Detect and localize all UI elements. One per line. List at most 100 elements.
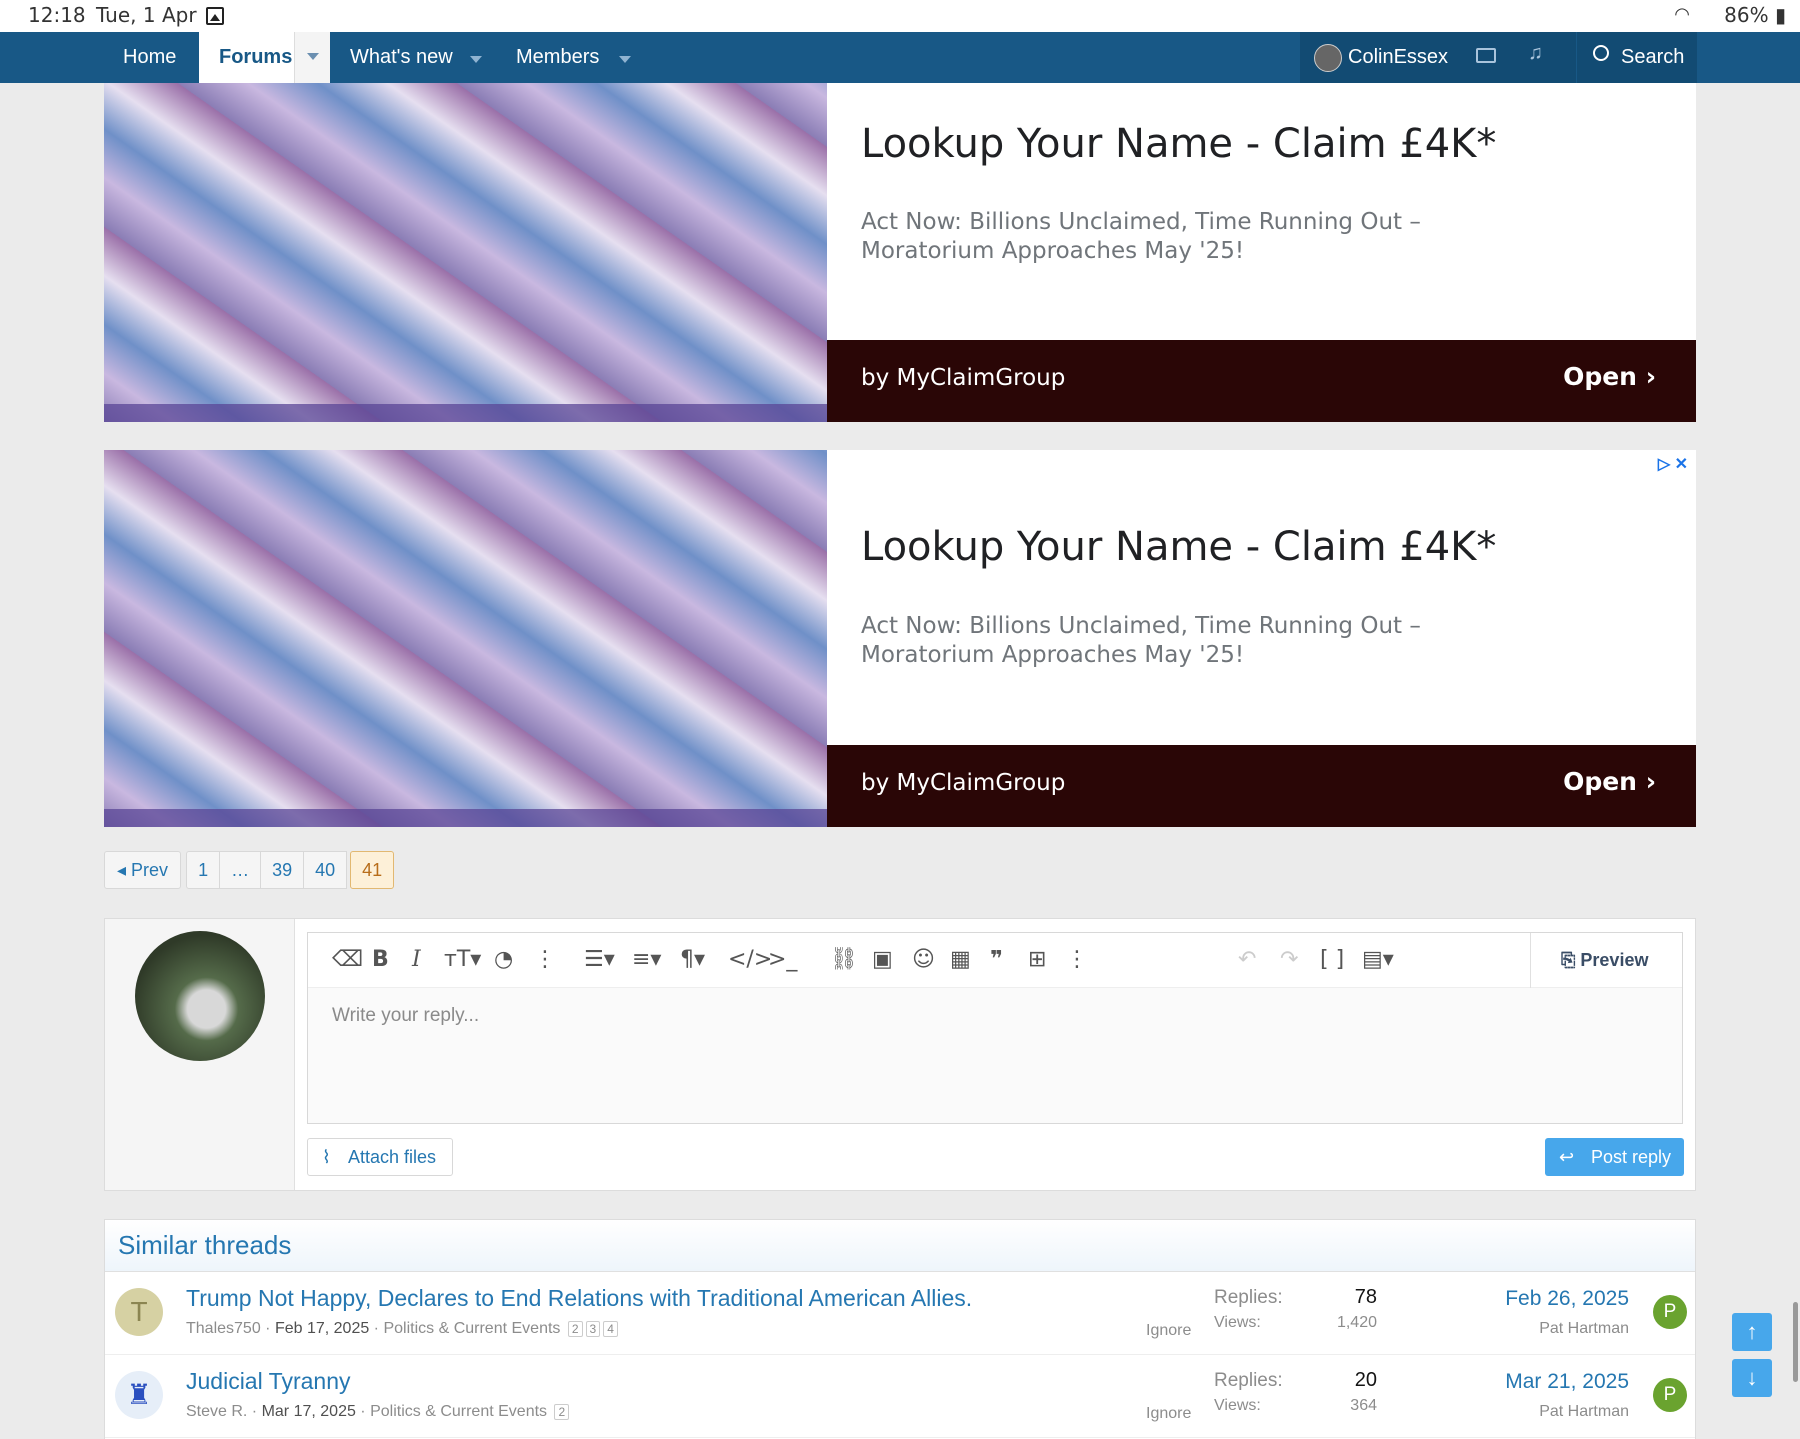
bbcode-toggle-icon[interactable]: [ ] <box>1320 947 1344 972</box>
thread-author[interactable]: Thales750 <box>186 1320 261 1337</box>
ad-title[interactable]: Lookup Your Name - Claim £4K* <box>861 524 1496 570</box>
ad-footer[interactable]: by MyClaimGroup Open › <box>827 745 1696 827</box>
page-link[interactable]: 40 <box>303 851 348 889</box>
media-icon[interactable]: ▦ <box>950 947 971 972</box>
status-date: Tue, 1 Apr <box>96 3 197 27</box>
search-button[interactable]: Search <box>1577 32 1697 83</box>
avatar[interactable]: ♜ <box>115 1371 163 1419</box>
table-icon[interactable]: ⊞ <box>1028 947 1046 972</box>
thread-date[interactable]: Mar 17, 2025 <box>262 1403 356 1420</box>
bell-icon[interactable]: ♫ <box>1528 42 1543 65</box>
thread-row: T Trump Not Happy, Declares to End Relat… <box>105 1273 1695 1355</box>
nav-home[interactable]: Home <box>123 32 176 83</box>
last-post-user[interactable]: Pat Hartman <box>1539 1403 1629 1421</box>
advertisement[interactable]: ▷ ✕ Lookup Your Name - Claim £4K* Act No… <box>104 450 1696 827</box>
whats-new-dropdown-toggle[interactable] <box>470 32 482 83</box>
views-count: 1,420 <box>1336 1314 1377 1331</box>
members-dropdown-toggle[interactable] <box>619 32 631 83</box>
more-vertical-icon[interactable]: ⋮ <box>534 947 556 972</box>
chevron-down-icon <box>307 53 319 60</box>
attach-files-button[interactable]: ⌇ Attach files <box>307 1138 453 1176</box>
thread-title-link[interactable]: Trump Not Happy, Declares to End Relatio… <box>186 1285 972 1312</box>
search-label: Search <box>1621 46 1685 68</box>
quote-icon[interactable]: ❞ <box>990 947 1003 972</box>
list-icon[interactable]: ☰▾ <box>584 947 615 972</box>
replies-label: Replies: <box>1214 1287 1283 1308</box>
ignore-link[interactable]: Ignore <box>1146 1322 1191 1340</box>
thread-page-link[interactable]: 3 <box>585 1321 601 1337</box>
user-avatar[interactable] <box>1314 44 1342 72</box>
nav-members[interactable]: Members <box>516 32 599 83</box>
italic-icon[interactable]: I <box>412 947 421 972</box>
ad-open-button[interactable]: Open › <box>1563 767 1656 796</box>
page-jump[interactable]: … <box>219 851 262 889</box>
gallery-icon <box>206 7 224 25</box>
smiley-icon[interactable]: ☺ <box>912 947 935 972</box>
thread-date[interactable]: Feb 17, 2025 <box>275 1320 369 1337</box>
advertisement[interactable]: Lookup Your Name - Claim £4K* Act Now: B… <box>104 83 1696 422</box>
similar-threads: Similar threads T Trump Not Happy, Decla… <box>104 1219 1696 1439</box>
ad-footer[interactable]: by MyClaimGroup Open › <box>827 340 1696 422</box>
last-post-date[interactable]: Feb 26, 2025 <box>1505 1287 1629 1311</box>
replies-count: 78 <box>1354 1286 1377 1308</box>
thread-title-link[interactable]: Judicial Tyranny <box>186 1368 351 1395</box>
last-poster-avatar[interactable]: P <box>1653 1378 1687 1412</box>
drafts-icon[interactable]: ▤▾ <box>1362 947 1394 972</box>
undo-icon[interactable]: ↶ <box>1238 947 1256 972</box>
preview-button[interactable]: ⎘ Preview <box>1530 933 1682 988</box>
forums-dropdown-toggle[interactable] <box>294 32 330 83</box>
ad-title[interactable]: Lookup Your Name - Claim £4K* <box>861 121 1496 167</box>
thread-page-link[interactable]: 4 <box>603 1321 618 1337</box>
ad-open-button[interactable]: Open › <box>1563 362 1656 391</box>
reply-icon: ↩ <box>1559 1147 1575 1167</box>
nav-whats-new[interactable]: What's new <box>350 32 453 83</box>
last-post-date[interactable]: Mar 21, 2025 <box>1505 1370 1629 1394</box>
text-size-icon[interactable]: тT▾ <box>444 947 481 972</box>
code-icon[interactable]: </> <box>728 947 772 972</box>
avatar[interactable] <box>135 931 265 1061</box>
page-link[interactable]: 1 <box>186 851 221 889</box>
replies-count: 20 <box>1354 1369 1377 1391</box>
bold-icon[interactable]: B <box>372 947 389 972</box>
adchoices-icon[interactable]: ▷ ✕ <box>1658 454 1688 474</box>
ignore-link[interactable]: Ignore <box>1146 1405 1191 1423</box>
post-reply-button[interactable]: ↩ Post reply <box>1545 1138 1684 1176</box>
thread-page-link[interactable]: 2 <box>554 1404 570 1420</box>
more-vertical-icon[interactable]: ⋮ <box>1066 947 1088 972</box>
thread-forum[interactable]: Politics & Current Events <box>383 1320 560 1337</box>
avatar[interactable]: T <box>115 1288 163 1336</box>
last-poster-avatar[interactable]: P <box>1653 1295 1687 1329</box>
page-link[interactable]: 39 <box>260 851 305 889</box>
nav-forums[interactable]: Forums <box>199 32 330 83</box>
ad-banknotes-image[interactable] <box>104 83 827 422</box>
thread-page-link[interactable]: 2 <box>567 1321 583 1337</box>
inbox-icon[interactable] <box>1476 48 1496 63</box>
reply-editor[interactable]: ⌫ B I тT▾ ◔ ⋮ ☰▾ ≡▾ ¶▾ </> >_ ⛓ ▣ ☺ ▦ ❞ … <box>307 932 1683 1124</box>
current-page[interactable]: 41 <box>350 851 395 889</box>
pagination: ◂ Prev 1 … 39 40 41 <box>104 851 395 889</box>
paragraph-icon[interactable]: ¶▾ <box>680 947 705 972</box>
eraser-icon[interactable]: ⌫ <box>332 947 363 972</box>
link-icon[interactable]: ⛓ <box>830 947 858 972</box>
account-link[interactable]: ColinEssex <box>1348 32 1448 82</box>
last-post-user[interactable]: Pat Hartman <box>1539 1320 1629 1338</box>
status-bar: 12:18 Tue, 1 Apr ◠ 86% ▮ <box>0 0 1800 32</box>
thread-forum[interactable]: Politics & Current Events <box>370 1403 547 1420</box>
user-area: ColinEssex ♫ <box>1300 32 1576 83</box>
scrollbar-thumb[interactable] <box>1793 1302 1798 1382</box>
scroll-to-top-button[interactable]: ↑ <box>1732 1313 1772 1351</box>
thread-author[interactable]: Steve R. <box>186 1403 247 1420</box>
ad-banknotes-image[interactable] <box>104 450 827 827</box>
thread-meta: Steve R. · Mar 17, 2025 · Politics & Cur… <box>186 1403 570 1421</box>
quick-reply: ⌫ B I тT▾ ◔ ⋮ ☰▾ ≡▾ ¶▾ </> >_ ⛓ ▣ ☺ ▦ ❞ … <box>104 918 1696 1191</box>
redo-icon[interactable]: ↷ <box>1280 947 1298 972</box>
scroll-to-bottom-button[interactable]: ↓ <box>1732 1359 1772 1397</box>
inline-code-icon[interactable]: >_ <box>768 947 797 972</box>
arrow-down-icon: ↓ <box>1746 1365 1758 1390</box>
prev-page-button[interactable]: ◂ Prev <box>104 851 182 889</box>
image-icon[interactable]: ▣ <box>872 947 893 972</box>
prev-label: Prev <box>131 860 169 880</box>
align-icon[interactable]: ≡▾ <box>632 947 661 972</box>
ad-description: Act Now: Billions Unclaimed, Time Runnin… <box>861 209 1421 264</box>
palette-icon[interactable]: ◔ <box>494 947 513 972</box>
